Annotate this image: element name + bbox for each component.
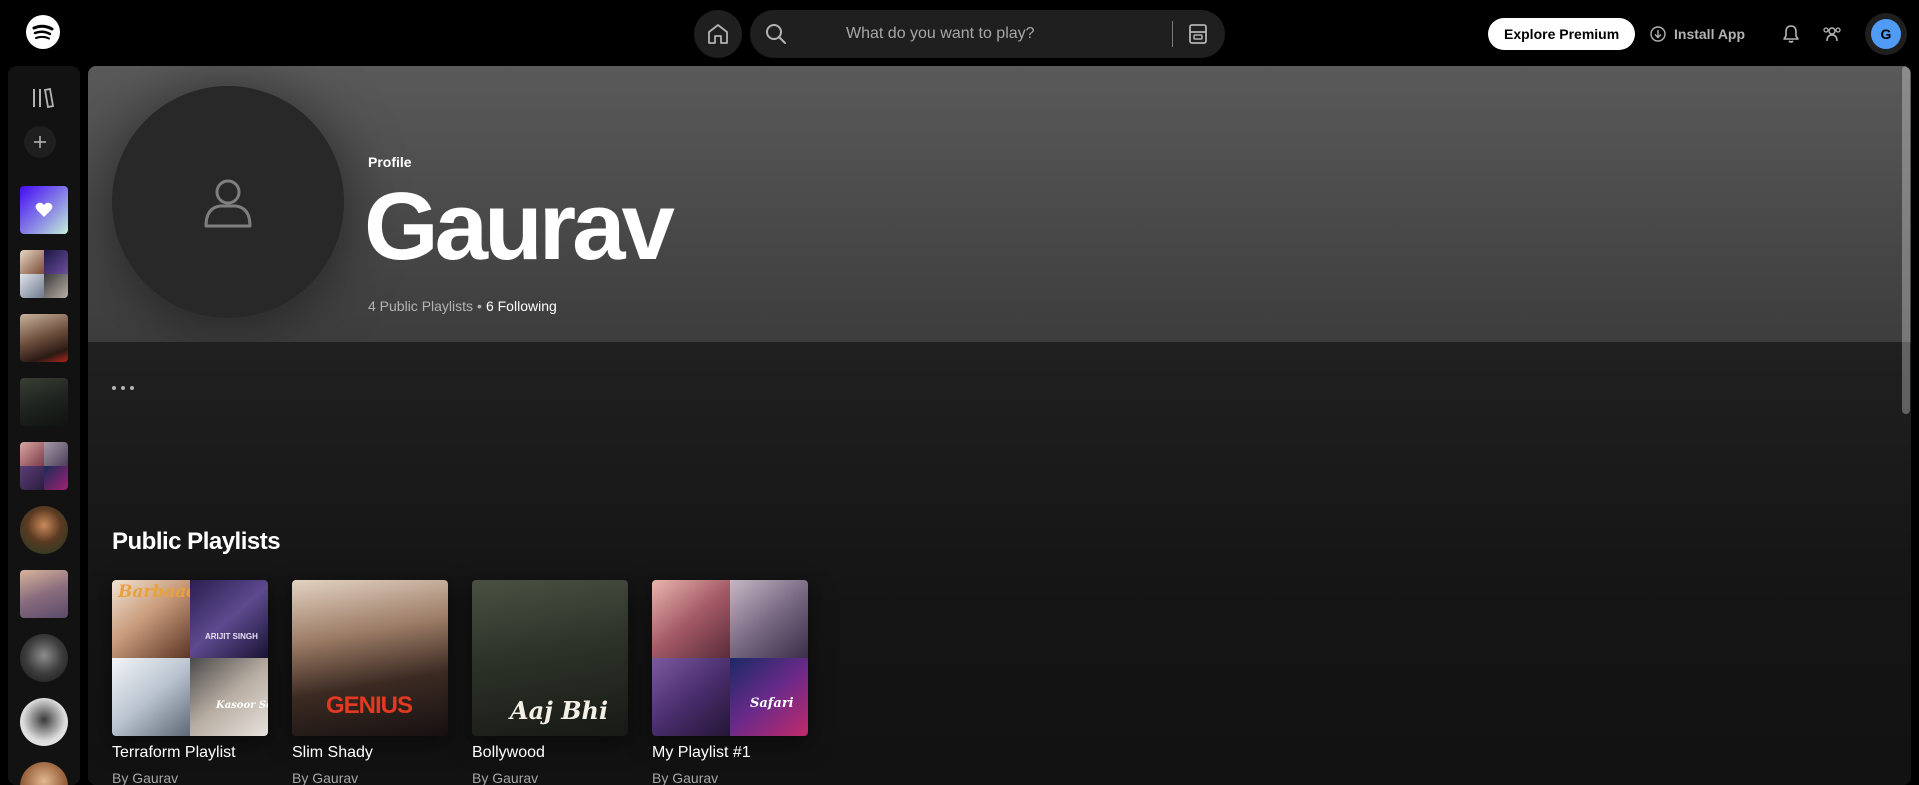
heart-icon xyxy=(35,202,53,217)
profile-name: Gaurav xyxy=(364,173,675,280)
playlist-title[interactable]: Bollywood xyxy=(472,744,545,762)
explore-premium-button[interactable]: Explore Premium xyxy=(1488,18,1636,50)
cover-text: Aaj Bhi xyxy=(510,696,609,725)
playlist-title[interactable]: My Playlist #1 xyxy=(652,744,751,762)
sidebar-item-artist[interactable] xyxy=(20,698,68,746)
search-icon xyxy=(766,24,786,44)
user-menu-button[interactable]: G xyxy=(1865,13,1907,55)
playlist-card[interactable]: Safari My Playlist #1 By Gaurav xyxy=(652,580,808,785)
playlist-title[interactable]: Slim Shady xyxy=(292,744,373,762)
sidebar-item-slim-shady[interactable] xyxy=(20,314,68,362)
sidebar-item-artist[interactable] xyxy=(20,634,68,682)
playlist-cover: Safari xyxy=(652,580,808,736)
cover-text: GENIUS xyxy=(326,692,413,719)
home-button[interactable] xyxy=(694,10,742,58)
library-sidebar xyxy=(8,66,80,785)
bell-icon[interactable] xyxy=(1781,24,1801,44)
browse-icon[interactable] xyxy=(1186,22,1210,46)
sidebar-item-playlist[interactable] xyxy=(20,570,68,618)
more-options-icon[interactable] xyxy=(112,376,152,400)
playlist-title[interactable]: Terraform Playlist xyxy=(112,744,236,762)
search-bar[interactable] xyxy=(750,10,1225,58)
sidebar-item-liked-songs[interactable] xyxy=(20,186,68,234)
search-input[interactable] xyxy=(846,10,1206,58)
separator: • xyxy=(477,298,482,314)
profile-picture[interactable] xyxy=(112,86,344,318)
download-icon xyxy=(1650,26,1666,42)
profile-stats: 4 Public Playlists • 6 Following xyxy=(368,298,557,314)
search-divider xyxy=(1172,21,1173,47)
avatar: G xyxy=(1871,19,1901,49)
sidebar-item-bollywood[interactable] xyxy=(20,378,68,426)
section-title[interactable]: Public Playlists xyxy=(112,528,281,556)
playlist-card[interactable]: GENIUS Slim Shady By Gaurav xyxy=(292,580,448,785)
playlist-owner: By Gaurav xyxy=(652,770,719,785)
cover-text: ARIJIT SINGH xyxy=(205,632,258,641)
playlist-owner: By Gaurav xyxy=(292,770,359,785)
playlist-owner: By Gaurav xyxy=(472,770,539,785)
install-app-button[interactable]: Install App xyxy=(1650,22,1745,46)
sidebar-item-artist[interactable] xyxy=(20,506,68,554)
playlist-owner: By Gaurav xyxy=(112,770,179,785)
playlist-cover: Barbaad ARIJIT SINGH Kasoor Song xyxy=(112,580,268,736)
cover-text: Kasoor Song xyxy=(216,700,268,711)
public-playlists-count[interactable]: 4 Public Playlists xyxy=(368,298,473,314)
home-icon xyxy=(708,24,728,44)
sidebar-item-artist[interactable] xyxy=(20,762,68,785)
playlist-card[interactable]: Aaj Bhi Bollywood By Gaurav xyxy=(472,580,628,785)
playlist-cover: GENIUS xyxy=(292,580,448,736)
playlist-card[interactable]: Barbaad ARIJIT SINGH Kasoor Song Terrafo… xyxy=(112,580,268,785)
sidebar-item-terraform-playlist[interactable] xyxy=(20,250,68,298)
following-count[interactable]: 6 Following xyxy=(486,298,557,314)
playlist-cover: Aaj Bhi xyxy=(472,580,628,736)
profile-header: Profile Gaurav 4 Public Playlists • 6 Foll… xyxy=(88,66,1911,342)
cover-text: Safari xyxy=(750,696,794,711)
install-app-label: Install App xyxy=(1674,26,1746,42)
library-icon[interactable] xyxy=(30,86,56,110)
main-view: Profile Gaurav 4 Public Playlists • 6 Foll… xyxy=(88,66,1911,785)
sidebar-item-my-playlist-1[interactable] xyxy=(20,442,68,490)
friends-icon[interactable] xyxy=(1822,24,1842,44)
user-icon xyxy=(204,179,252,228)
plus-icon xyxy=(34,136,46,148)
scrollbar[interactable] xyxy=(1902,66,1910,414)
create-playlist-button[interactable] xyxy=(24,126,56,158)
cover-text: Barbaad xyxy=(118,582,199,602)
top-bar: Explore Premium Install App G xyxy=(0,0,1919,66)
spotify-logo-icon[interactable] xyxy=(26,15,60,49)
profile-type-label: Profile xyxy=(368,154,412,170)
